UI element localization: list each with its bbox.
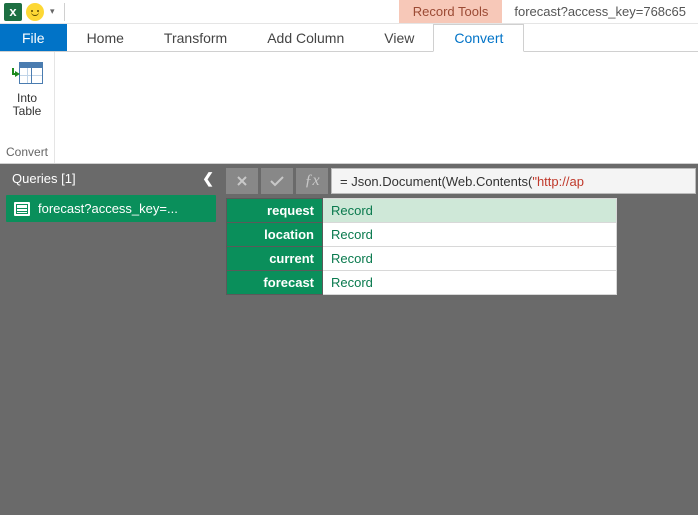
table-icon	[14, 202, 30, 216]
into-table-button[interactable]: IntoTable	[7, 56, 47, 120]
qat-dropdown-icon[interactable]: ▾	[48, 6, 57, 17]
tab-home[interactable]: Home	[67, 24, 144, 51]
queries-pane-title: Queries [1]	[12, 171, 76, 186]
window-title: forecast?access_key=768c65	[502, 0, 698, 23]
smiley-face-icon[interactable]	[26, 3, 44, 21]
ribbon-tab-row: File Home Transform Add Column View Conv…	[0, 24, 698, 52]
collapse-pane-icon[interactable]: ❮	[202, 170, 214, 187]
ribbon-group-label-convert: Convert	[6, 143, 48, 161]
formula-input[interactable]: = Json.Document(Web.Contents("http://ap	[331, 168, 696, 194]
confirm-formula-button[interactable]	[261, 168, 293, 194]
ribbon: IntoTable Convert	[0, 52, 698, 164]
queries-pane: Queries [1] ❮ forecast?access_key=...	[0, 164, 222, 515]
record-field-value[interactable]: Record	[323, 223, 617, 247]
record-grid: requestRecordlocationRecordcurrentRecord…	[226, 198, 617, 295]
tab-convert[interactable]: Convert	[433, 24, 524, 52]
editor-area: ƒx = Json.Document(Web.Contents("http://…	[222, 164, 698, 515]
record-field-name: location	[227, 223, 323, 247]
query-item-label: forecast?access_key=...	[38, 201, 178, 216]
record-row[interactable]: forecastRecord	[227, 271, 617, 295]
into-table-label: IntoTable	[13, 92, 42, 118]
record-field-name: request	[227, 199, 323, 223]
qat-separator	[64, 3, 65, 21]
queries-pane-header: Queries [1] ❮	[0, 164, 222, 195]
into-table-icon	[11, 58, 43, 90]
cancel-formula-button[interactable]	[226, 168, 258, 194]
excel-icon: x	[4, 3, 22, 21]
record-grid-wrap: requestRecordlocationRecordcurrentRecord…	[222, 198, 698, 295]
ribbon-group-convert: IntoTable Convert	[0, 52, 55, 163]
tab-add-column[interactable]: Add Column	[247, 24, 364, 51]
formula-bar: ƒx = Json.Document(Web.Contents("http://…	[222, 164, 698, 198]
query-item[interactable]: forecast?access_key=...	[6, 195, 216, 222]
record-field-name: forecast	[227, 271, 323, 295]
record-field-name: current	[227, 247, 323, 271]
record-row[interactable]: requestRecord	[227, 199, 617, 223]
fx-icon[interactable]: ƒx	[296, 168, 328, 194]
quick-access-toolbar: x ▾	[0, 0, 68, 23]
record-field-value[interactable]: Record	[323, 247, 617, 271]
contextual-tab-record-tools[interactable]: Record Tools	[399, 0, 503, 23]
tab-file[interactable]: File	[0, 24, 67, 51]
record-field-value[interactable]: Record	[323, 199, 617, 223]
tab-view[interactable]: View	[364, 24, 434, 51]
tab-transform[interactable]: Transform	[144, 24, 247, 51]
title-bar: x ▾ Record Tools forecast?access_key=768…	[0, 0, 698, 24]
content-area: Queries [1] ❮ forecast?access_key=... ƒx…	[0, 164, 698, 515]
record-row[interactable]: locationRecord	[227, 223, 617, 247]
record-row[interactable]: currentRecord	[227, 247, 617, 271]
record-field-value[interactable]: Record	[323, 271, 617, 295]
